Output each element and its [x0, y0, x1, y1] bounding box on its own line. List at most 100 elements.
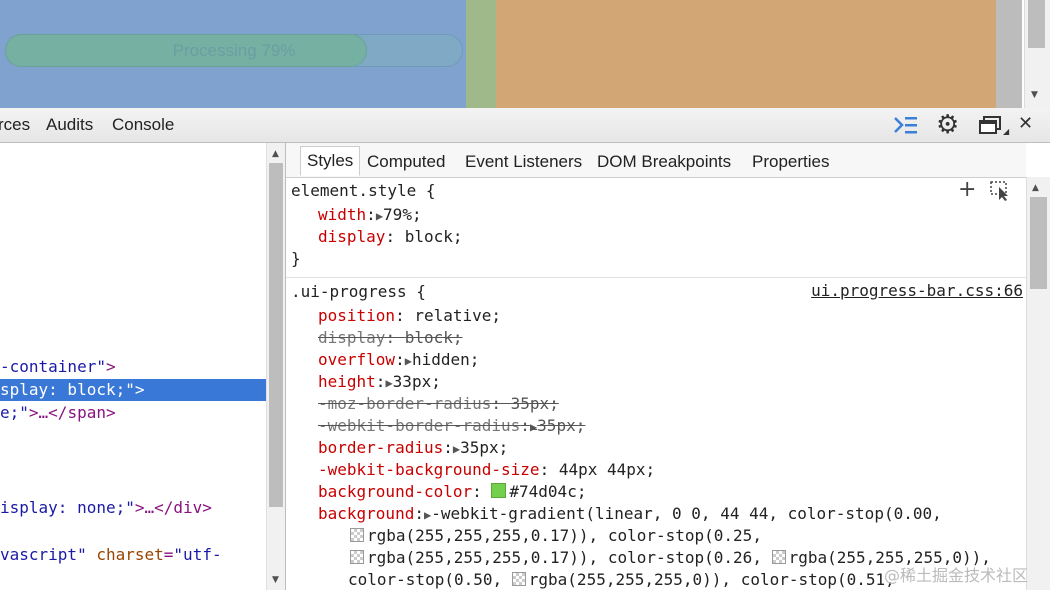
attr-value: isplay: none;" [0, 498, 135, 517]
dock-options-triangle-icon[interactable]: ◢ [1003, 127, 1009, 136]
elements-tree: -container"> splay: block;"> e;">…</span… [0, 143, 266, 590]
css-declaration[interactable]: height:▶33px; [318, 371, 441, 393]
expand-triangle-icon[interactable]: ▶ [385, 376, 392, 390]
styles-scrollbar[interactable]: ▲ [1026, 177, 1050, 590]
css-declaration-overridden[interactable]: -moz-border-radius: 35px; [318, 393, 559, 415]
scroll-down-arrow-icon[interactable]: ▼ [272, 575, 279, 585]
tab-event-listeners[interactable]: Event Listeners [459, 148, 588, 176]
css-prop-name[interactable]: display [318, 328, 385, 347]
styles-sidebar: Styles Computed Event Listeners DOM Brea… [286, 143, 1026, 590]
css-prop-value[interactable]: 35px; [511, 394, 559, 413]
close-devtools-icon[interactable]: ✕ [1018, 114, 1033, 134]
scroll-down-arrow-icon[interactable]: ▼ [1031, 90, 1038, 100]
page-scroll-thumb[interactable] [1028, 0, 1045, 48]
scroll-up-arrow-icon[interactable]: ▲ [1032, 183, 1039, 193]
tab-computed[interactable]: Computed [361, 148, 451, 176]
css-prop-value[interactable]: 35px; [537, 416, 585, 435]
expand-triangle-icon[interactable]: ▶ [405, 354, 412, 368]
css-prop-name[interactable]: display [318, 227, 385, 246]
css-prop-value[interactable]: 44px 44px; [559, 460, 655, 479]
tag-text: > [105, 357, 116, 376]
element-line[interactable]: e;">…</span> [0, 402, 116, 424]
css-prop-name[interactable]: -webkit-border-radius [318, 416, 520, 435]
css-prop-value[interactable]: 35px; [460, 438, 508, 457]
css-prop-name[interactable]: -moz-border-radius [318, 394, 491, 413]
expand-triangle-icon[interactable]: ▶ [376, 209, 383, 223]
css-selector: element.style { [291, 181, 436, 200]
tab-styles[interactable]: Styles [300, 146, 361, 176]
progress-label: Processing 79% [172, 41, 296, 60]
css-declaration-overridden[interactable]: -webkit-border-radius:▶35px; [318, 415, 585, 437]
inspected-page: Processing 79% ▼ [0, 0, 1050, 108]
tag-text: >…</div> [134, 498, 212, 517]
page-green-strip [466, 0, 496, 108]
css-declaration[interactable]: position: relative; [318, 305, 501, 327]
tab-dom-breakpoints[interactable]: DOM Breakpoints [591, 148, 737, 176]
attr-name: charset [96, 545, 164, 564]
element-line[interactable]: vascript" charset="utf- [0, 544, 222, 566]
css-value-continuation[interactable]: rgba(255,255,255,0.17)), color-stop(0.25… [350, 525, 762, 547]
css-declaration[interactable]: -webkit-background-size: 44px 44px; [318, 459, 655, 481]
elements-scrollbar[interactable]: ▲ ▼ [266, 143, 286, 590]
rule-separator [286, 277, 1026, 278]
css-selector: .ui-progress { [291, 282, 426, 301]
css-prop-name[interactable]: width [318, 205, 366, 224]
css-close-brace: } [291, 249, 301, 268]
devtools-toolbar: rces Audits Console ⚙ ◢ ✕ [0, 108, 1050, 143]
css-prop-name[interactable]: border-radius [318, 438, 443, 457]
show-console-drawer-icon[interactable] [893, 114, 919, 136]
panel-tab-resources[interactable]: rces [0, 108, 30, 142]
css-prop-value[interactable]: #74d04c; [509, 482, 586, 501]
color-swatch[interactable] [771, 550, 786, 564]
css-prop-name[interactable]: background [318, 504, 414, 523]
attr-value: splay: block;"> [0, 380, 145, 399]
css-declaration[interactable]: width:▶79%; [318, 204, 422, 226]
equals-sign: = [163, 545, 174, 564]
panel-tab-console[interactable]: Console [112, 108, 174, 142]
element-line[interactable]: isplay: none;">…</div> [0, 497, 212, 519]
css-prop-name[interactable]: overflow [318, 350, 395, 369]
css-prop-value[interactable]: block; [405, 328, 463, 347]
styles-scroll-thumb[interactable] [1030, 197, 1047, 289]
css-prop-value[interactable]: 33px; [393, 372, 441, 391]
page-scrollbar[interactable]: ▼ [1024, 0, 1050, 108]
stylesheet-source-link[interactable]: ui.progress-bar.css:66 [811, 281, 1023, 300]
css-prop-value[interactable]: 79%; [383, 205, 422, 224]
css-prop-value[interactable]: -webkit-gradient(linear, 0 0, 44 44, col… [431, 504, 942, 523]
tag-text: >…</span> [28, 403, 116, 422]
css-value-text: color-stop(0.50, [348, 570, 512, 589]
color-swatch[interactable] [350, 550, 364, 564]
css-prop-value[interactable]: block; [405, 227, 463, 246]
page-orange-region [496, 0, 996, 108]
add-rule-plus-icon[interactable]: + [958, 177, 976, 203]
css-prop-value[interactable]: hidden; [412, 350, 479, 369]
element-line-selected[interactable]: splay: block;"> [0, 379, 266, 401]
element-state-icon[interactable] [990, 181, 1012, 201]
dock-undock-icon[interactable] [978, 115, 1002, 135]
css-declaration[interactable]: background:▶-webkit-gradient(linear, 0 0… [318, 503, 942, 525]
css-declaration[interactable]: background-color: #74d04c; [318, 481, 586, 503]
css-prop-name[interactable]: height [318, 372, 376, 391]
panel-tab-audits[interactable]: Audits [46, 108, 93, 142]
color-swatch[interactable] [511, 572, 526, 586]
tab-properties[interactable]: Properties [746, 148, 835, 176]
attr-value: vascript" [0, 545, 87, 564]
css-prop-name[interactable]: position [318, 306, 395, 325]
attr-value: "utf- [173, 545, 222, 564]
css-declaration[interactable]: display: block; [318, 226, 463, 248]
css-prop-value[interactable]: relative; [414, 306, 501, 325]
color-swatch[interactable] [491, 483, 507, 498]
css-declaration[interactable]: overflow:▶hidden; [318, 349, 479, 371]
settings-gear-icon[interactable]: ⚙ [936, 112, 959, 138]
css-value-continuation[interactable]: color-stop(0.50, rgba(255,255,255,0)), c… [348, 569, 895, 590]
css-prop-name[interactable]: -webkit-background-size [318, 460, 540, 479]
progress-bar: Processing 79% [5, 34, 463, 67]
css-prop-name[interactable]: background-color [318, 482, 472, 501]
elements-scroll-thumb[interactable] [269, 163, 283, 507]
css-declaration-overridden[interactable]: display: block; [318, 327, 463, 349]
css-value-text: rgba(255,255,255,0.17)), color-stop(0.25… [367, 526, 762, 545]
color-swatch[interactable] [350, 528, 364, 542]
element-line[interactable]: -container"> [0, 356, 116, 378]
css-declaration[interactable]: border-radius:▶35px; [318, 437, 508, 459]
scroll-up-arrow-icon[interactable]: ▲ [272, 149, 279, 159]
